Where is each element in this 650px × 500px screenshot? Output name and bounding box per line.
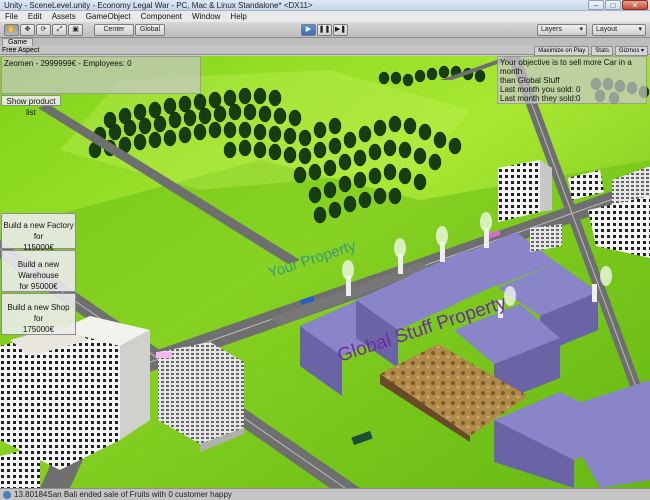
- aspect-dropdown[interactable]: Free Aspect: [2, 46, 39, 55]
- scale-icon: ⤢: [56, 26, 63, 33]
- build-shop-label: Build a new Shop for: [7, 303, 70, 323]
- build-warehouse-button[interactable]: Build a new Warehouse for 95000€: [1, 250, 76, 292]
- company-info-text: Zeomen - 2999999€ - Employees: 0: [4, 59, 132, 68]
- menu-edit[interactable]: Edit: [23, 11, 47, 22]
- build-warehouse-label: Build a new Warehouse: [17, 260, 60, 280]
- move-icon: ✥: [24, 26, 31, 33]
- close-button[interactable]: ✕: [622, 0, 648, 10]
- build-shop-button[interactable]: Build a new Shop for 175000€: [1, 293, 76, 335]
- tab-game[interactable]: Game: [2, 38, 34, 46]
- chevron-down-icon: ▾: [579, 26, 583, 33]
- play-icon: ▶: [305, 26, 312, 33]
- menu-help[interactable]: Help: [225, 11, 251, 22]
- play-button[interactable]: ▶: [301, 24, 316, 36]
- layers-dropdown[interactable]: Layers ▾: [537, 24, 587, 36]
- menu-component[interactable]: Component: [136, 11, 187, 22]
- build-factory-label: Build a new Factory for: [3, 221, 74, 241]
- game-tab-bar: Game: [0, 38, 650, 46]
- layout-dropdown[interactable]: Layout ▾: [592, 24, 646, 36]
- status-message: 13.80184San Bali ended sale of Fruits wi…: [14, 490, 232, 499]
- window-title: Unity - SceneLevel.unity - Economy Legal…: [4, 1, 313, 10]
- move-tool-button[interactable]: ✥: [20, 24, 35, 36]
- scale-tool-button[interactable]: ⤢: [52, 24, 67, 36]
- pause-icon: ❚❚: [318, 26, 331, 33]
- hand-tool-button[interactable]: ✋: [4, 24, 19, 36]
- objective-line-3: Last month you sold: 0: [500, 85, 581, 94]
- gizmos-toggle[interactable]: Gizmos ▾: [614, 46, 648, 56]
- menu-assets[interactable]: Assets: [47, 11, 81, 22]
- game-scene: Your Property Global Stuff Property: [0, 56, 650, 488]
- chevron-down-icon: ▾: [638, 26, 642, 33]
- company-info-panel: Zeomen - 2999999€ - Employees: 0: [1, 56, 201, 94]
- build-warehouse-price: for 95000€: [19, 282, 58, 291]
- menu-gameobject[interactable]: GameObject: [81, 11, 136, 22]
- minimize-button[interactable]: –: [588, 0, 604, 10]
- game-viewport[interactable]: Your Property Global Stuff Property Zeom…: [0, 56, 650, 488]
- space-label: Global: [139, 26, 161, 33]
- status-bar: 13.80184San Bali ended sale of Fruits wi…: [0, 488, 650, 500]
- build-shop-price: 175000€: [22, 325, 55, 334]
- window-titlebar: Unity - SceneLevel.unity - Economy Legal…: [0, 0, 650, 11]
- objective-line-2: than Global Stuff: [500, 76, 560, 85]
- layout-label: Layout: [596, 26, 618, 33]
- rotate-icon: ⟳: [40, 26, 47, 33]
- game-view-toolbar: Free Aspect Maximize on Play Stats Gizmo…: [0, 46, 650, 56]
- rect-icon: ▣: [72, 26, 79, 33]
- show-product-list-button[interactable]: Show product list: [1, 95, 61, 117]
- pivot-toggle[interactable]: Center: [94, 24, 134, 36]
- space-toggle[interactable]: Global: [135, 24, 165, 36]
- objective-line-1: Your objective is to sell more Car in a …: [500, 58, 632, 76]
- window-controls: – □ ✕: [587, 0, 648, 11]
- hand-icon: ✋: [7, 26, 16, 33]
- objective-panel: Your objective is to sell more Car in a …: [497, 56, 647, 104]
- rect-tool-button[interactable]: ▣: [68, 24, 83, 36]
- objective-line-4: Last month they sold:0: [500, 94, 581, 103]
- pause-button[interactable]: ❚❚: [317, 24, 332, 36]
- stats-toggle[interactable]: Stats: [591, 46, 613, 56]
- menu-file[interactable]: File: [0, 11, 23, 22]
- pivot-label: Center: [103, 26, 125, 33]
- build-factory-button[interactable]: Build a new Factory for 115000€: [1, 213, 76, 252]
- rotate-tool-button[interactable]: ⟳: [36, 24, 51, 36]
- info-icon: [3, 491, 11, 499]
- maximize-button[interactable]: □: [605, 0, 621, 10]
- main-toolbar: ✋ ✥ ⟳ ⤢ ▣ Center Global ▶ ❚❚ ▶❚ Layers ▾ …: [0, 22, 650, 38]
- layers-label: Layers: [541, 26, 563, 33]
- menu-window[interactable]: Window: [187, 11, 225, 22]
- menu-bar: File Edit Assets GameObject Component Wi…: [0, 11, 650, 22]
- step-icon: ▶❚: [334, 26, 347, 33]
- maximize-on-play-toggle[interactable]: Maximize on Play: [534, 46, 590, 56]
- step-button[interactable]: ▶❚: [333, 24, 348, 36]
